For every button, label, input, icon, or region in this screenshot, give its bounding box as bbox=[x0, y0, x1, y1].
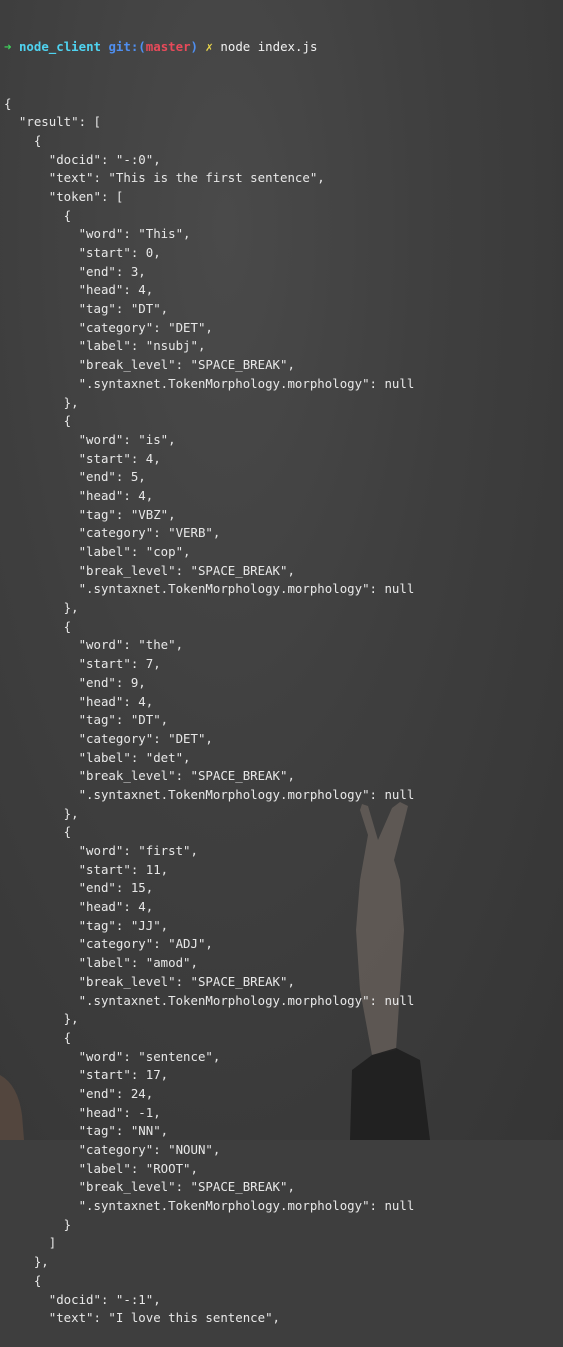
output-line: "word": "the", bbox=[4, 637, 184, 653]
prompt-arrow-icon: ➜ bbox=[4, 39, 12, 55]
output-line: ".syntaxnet.TokenMorphology.morphology":… bbox=[4, 1198, 415, 1214]
output-line: "category": "VERB", bbox=[4, 525, 221, 541]
output-line: "end": 3, bbox=[4, 263, 146, 279]
prompt-directory: node_client bbox=[18, 39, 101, 55]
output-line: } bbox=[4, 1216, 72, 1232]
output-line: }, bbox=[4, 1011, 79, 1027]
output-line: { bbox=[4, 618, 72, 634]
output-line: { bbox=[4, 132, 42, 148]
output-line: { bbox=[4, 207, 72, 223]
output-line: "token": [ bbox=[4, 188, 124, 204]
output-line: ".syntaxnet.TokenMorphology.morphology":… bbox=[4, 786, 415, 802]
output-line: "word": "This", bbox=[4, 226, 191, 242]
terminal-output: ➜ node_client git:(master) ✗ node index.… bbox=[0, 0, 563, 1325]
output-line: "word": "is", bbox=[4, 431, 176, 447]
output-line: "head": 4, bbox=[4, 282, 154, 298]
output-line: ] bbox=[4, 1235, 57, 1251]
output-line: { bbox=[4, 95, 12, 111]
output-line: "tag": "DT", bbox=[4, 712, 169, 728]
prompt-git-branch: master bbox=[145, 39, 191, 55]
output-line: "tag": "JJ", bbox=[4, 917, 169, 933]
output-line: "start": 0, bbox=[4, 245, 161, 260]
prompt-git-label: git:( bbox=[108, 39, 146, 55]
prompt-dirty-icon: ✗ bbox=[205, 39, 213, 55]
output-line: "category": "DET", bbox=[4, 730, 213, 746]
output-line: "start": 4, bbox=[4, 450, 161, 466]
output-line: }, bbox=[4, 805, 79, 821]
output-line: "tag": "NN", bbox=[4, 1123, 169, 1139]
output-line: { bbox=[4, 1272, 42, 1288]
output-line: { bbox=[4, 1029, 72, 1045]
output-line: "tag": "DT", bbox=[4, 301, 169, 317]
output-line: "label": "cop", bbox=[4, 544, 191, 559]
output-line: "end": 15, bbox=[4, 880, 154, 896]
output-line: "start": 7, bbox=[4, 656, 161, 672]
output-line: "head": 4, bbox=[4, 487, 154, 503]
output-line: "label": "ROOT", bbox=[4, 1160, 198, 1176]
output-line: "end": 9, bbox=[4, 674, 146, 690]
output-line: }, bbox=[4, 600, 79, 616]
prompt-command: node index.js bbox=[220, 39, 318, 55]
output-line: }, bbox=[4, 394, 79, 410]
output-line: { bbox=[4, 413, 72, 429]
output-line: ".syntaxnet.TokenMorphology.morphology":… bbox=[4, 375, 415, 391]
output-line: "label": "amod", bbox=[4, 955, 198, 971]
json-output: { "result": [ { "docid": "-:0", "text": … bbox=[4, 95, 563, 1328]
output-line: ".syntaxnet.TokenMorphology.morphology":… bbox=[4, 581, 415, 597]
output-line: "head": 4, bbox=[4, 693, 154, 709]
output-line: "break_level": "SPACE_BREAK", bbox=[4, 768, 295, 784]
output-line: "start": 11, bbox=[4, 861, 169, 877]
output-line: "break_level": "SPACE_BREAK", bbox=[4, 1179, 295, 1195]
output-line: "head": 4, bbox=[4, 899, 154, 915]
output-line: { bbox=[4, 824, 72, 840]
shell-prompt-line: ➜ node_client git:(master) ✗ node index.… bbox=[4, 38, 563, 57]
output-line: ".syntaxnet.TokenMorphology.morphology":… bbox=[4, 992, 415, 1008]
output-line: "text": "I love this sentence", bbox=[4, 1310, 281, 1326]
output-line: "docid": "-:1", bbox=[4, 1291, 161, 1307]
output-line: "category": "ADJ", bbox=[4, 936, 213, 952]
output-line: "category": "NOUN", bbox=[4, 1142, 221, 1157]
output-line: "result": [ bbox=[4, 114, 101, 130]
output-line: "tag": "VBZ", bbox=[4, 506, 176, 522]
output-line: "word": "first", bbox=[4, 843, 198, 858]
output-line: }, bbox=[4, 1254, 49, 1270]
output-line: "break_level": "SPACE_BREAK", bbox=[4, 973, 295, 989]
output-line: "text": "This is the first sentence", bbox=[4, 170, 325, 186]
output-line: "head": -1, bbox=[4, 1104, 161, 1120]
output-line: "docid": "-:0", bbox=[4, 151, 161, 167]
output-line: "end": 5, bbox=[4, 469, 146, 485]
output-line: "category": "DET", bbox=[4, 319, 213, 335]
output-line: "break_level": "SPACE_BREAK", bbox=[4, 562, 295, 578]
output-line: "label": "nsubj", bbox=[4, 338, 206, 354]
output-line: "end": 24, bbox=[4, 1085, 154, 1101]
output-line: "label": "det", bbox=[4, 749, 191, 765]
prompt-git-close: ) bbox=[190, 39, 199, 55]
output-line: "word": "sentence", bbox=[4, 1048, 221, 1064]
output-line: "break_level": "SPACE_BREAK", bbox=[4, 357, 295, 373]
output-line: "start": 17, bbox=[4, 1067, 169, 1083]
